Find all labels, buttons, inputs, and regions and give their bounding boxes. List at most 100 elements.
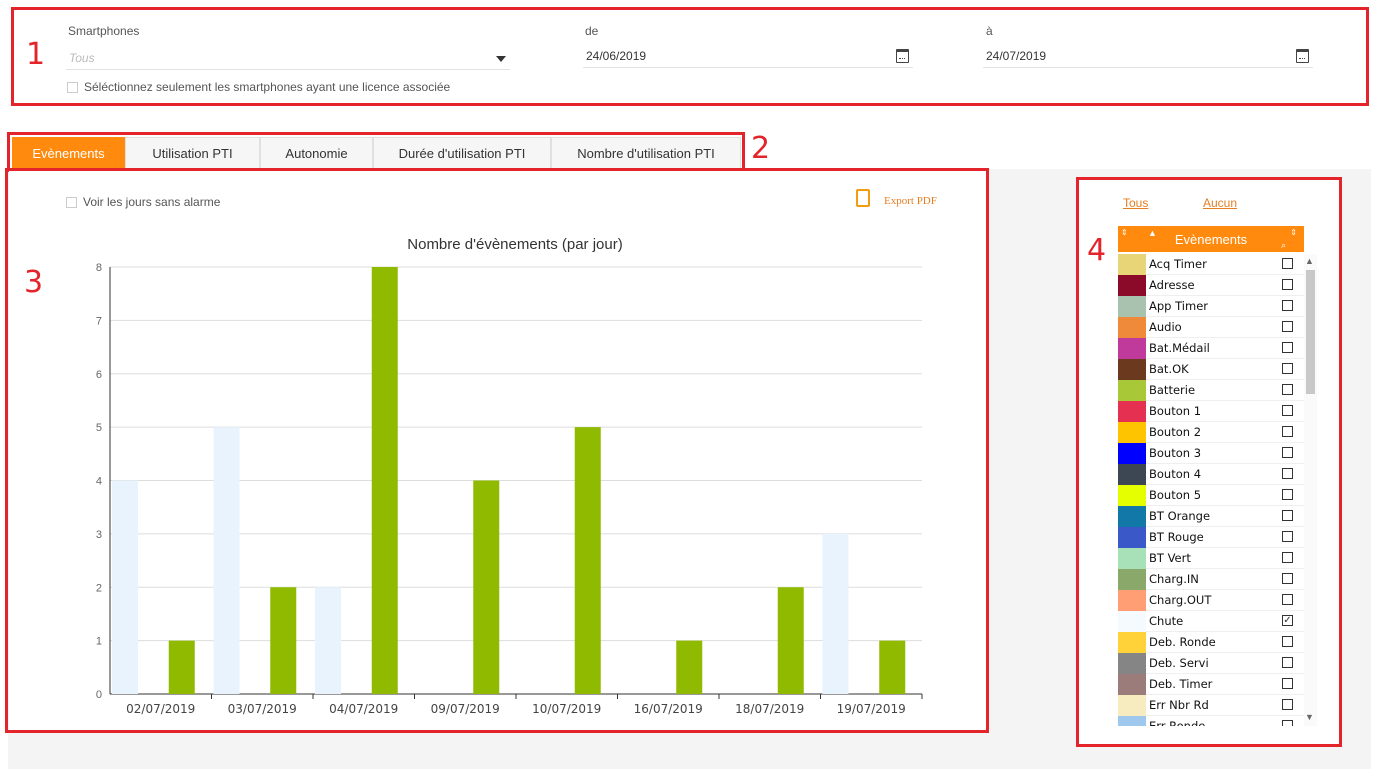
list-item[interactable]: BT Orange [1118,506,1304,527]
chart-bar [270,587,297,694]
export-pdf-link[interactable]: Export PDF [884,195,937,207]
show-empty-days-checkbox[interactable] [66,197,77,208]
event-checkbox[interactable] [1282,699,1293,710]
select-all-link[interactable]: Tous [1123,196,1148,210]
list-item[interactable]: Charg.OUT [1118,590,1304,611]
smartphones-select-value: Tous [69,51,95,65]
y-tick-label: 8 [96,262,102,274]
list-item[interactable]: Bouton 3 [1118,443,1304,464]
event-checkbox[interactable] [1282,510,1293,521]
color-swatch [1118,443,1146,464]
list-item[interactable]: BT Rouge [1118,527,1304,548]
event-checkbox[interactable] [1282,426,1293,437]
sort-asc-icon[interactable]: ▲ [1148,219,1157,247]
event-checkbox[interactable] [1282,384,1293,395]
event-checkbox[interactable] [1282,636,1293,647]
event-checkbox[interactable] [1282,657,1293,668]
list-item[interactable]: Err Ronde [1118,716,1304,726]
annotation-number-1: 1 [26,37,46,72]
list-item[interactable]: Bat.Médail [1118,338,1304,359]
event-checkbox[interactable] [1282,573,1293,584]
events-list[interactable]: Acq Timer Adresse App Timer Audio Bat.Médail… [1118,254,1304,726]
event-checkbox[interactable] [1282,342,1293,353]
event-checkbox[interactable] [1282,531,1293,542]
license-checkbox[interactable] [67,82,78,93]
event-checkbox[interactable] [1282,552,1293,563]
list-item[interactable]: Bouton 4 [1118,464,1304,485]
list-item[interactable]: App Timer [1118,296,1304,317]
event-checkbox[interactable] [1282,300,1293,311]
event-checkbox[interactable] [1282,468,1293,479]
color-swatch [1118,695,1146,716]
calendar-icon[interactable] [1296,49,1309,63]
list-item[interactable]: Audio [1118,317,1304,338]
pdf-export-icon[interactable] [856,189,870,207]
color-swatch [1118,254,1146,275]
event-checkbox[interactable] [1282,321,1293,332]
color-swatch [1118,401,1146,422]
chart-bar [371,267,398,694]
event-checkbox[interactable] [1282,678,1293,689]
from-date-input[interactable]: 24/06/2019 [583,46,913,68]
scroll-down-icon[interactable]: ▼ [1305,712,1314,722]
scroll-up-icon[interactable]: ▲ [1305,256,1314,266]
from-date-value: 24/06/2019 [586,49,647,63]
sort-icon[interactable]: ⇕ [1290,219,1297,247]
chart-bar [777,587,804,694]
event-checkbox[interactable] [1282,363,1293,374]
list-item[interactable]: Bat.OK [1118,359,1304,380]
event-checkbox[interactable]: ✓ [1282,615,1293,626]
calendar-icon[interactable] [896,49,909,63]
list-item[interactable]: Charg.IN [1118,569,1304,590]
list-item[interactable]: Bouton 2 [1118,422,1304,443]
event-checkbox[interactable] [1282,720,1293,726]
y-tick-label: 5 [96,422,102,434]
event-name: Err Nbr Rd [1149,698,1209,712]
list-item[interactable]: BT Vert [1118,548,1304,569]
chart-bar [473,480,500,694]
to-date-input[interactable]: 24/07/2019 [983,46,1313,68]
color-swatch [1118,611,1146,632]
x-tick-label: 04/07/2019 [329,702,398,716]
color-swatch [1118,464,1146,485]
list-item[interactable]: Bouton 1 [1118,401,1304,422]
x-tick-label: 10/07/2019 [532,702,601,716]
list-item[interactable]: Acq Timer [1118,254,1304,275]
event-checkbox[interactable] [1282,405,1293,416]
list-item[interactable]: Deb. Timer [1118,674,1304,695]
chevron-down-icon[interactable] [496,56,506,62]
y-tick-label: 3 [96,529,102,541]
y-tick-label: 0 [96,689,102,701]
chart-bar [213,427,240,694]
list-item[interactable]: Deb. Servi [1118,653,1304,674]
to-date-label: à [986,24,993,38]
list-item[interactable]: Adresse [1118,275,1304,296]
smartphones-select[interactable]: Tous [66,48,510,70]
sort-icon[interactable]: ⇕ [1121,219,1128,247]
event-checkbox[interactable] [1282,447,1293,458]
chart-bar [315,587,341,694]
event-checkbox[interactable] [1282,279,1293,290]
event-checkbox[interactable] [1282,594,1293,605]
event-checkbox[interactable] [1282,258,1293,269]
event-name: Deb. Timer [1149,677,1213,691]
event-name: Deb. Ronde [1149,635,1216,649]
event-checkbox[interactable] [1282,489,1293,500]
list-item[interactable]: Deb. Ronde [1118,632,1304,653]
annotation-box-2 [7,132,745,172]
events-column-header[interactable]: ⇕ ▲ Evènements ⇕ ⌕ [1118,226,1304,252]
event-name: BT Rouge [1149,530,1204,544]
event-name: BT Vert [1149,551,1191,565]
events-scroll-thumb[interactable] [1306,270,1315,394]
event-name: BT Orange [1149,509,1211,523]
color-swatch [1118,296,1146,317]
event-name: Charg.OUT [1149,593,1212,607]
event-name: Batterie [1149,383,1196,397]
select-none-link[interactable]: Aucun [1203,196,1237,210]
from-date-label: de [585,24,599,38]
list-item[interactable]: Err Nbr Rd [1118,695,1304,716]
event-name: Bouton 5 [1149,488,1202,502]
list-item[interactable]: Chute ✓ [1118,611,1304,632]
list-item[interactable]: Batterie [1118,380,1304,401]
list-item[interactable]: Bouton 5 [1118,485,1304,506]
